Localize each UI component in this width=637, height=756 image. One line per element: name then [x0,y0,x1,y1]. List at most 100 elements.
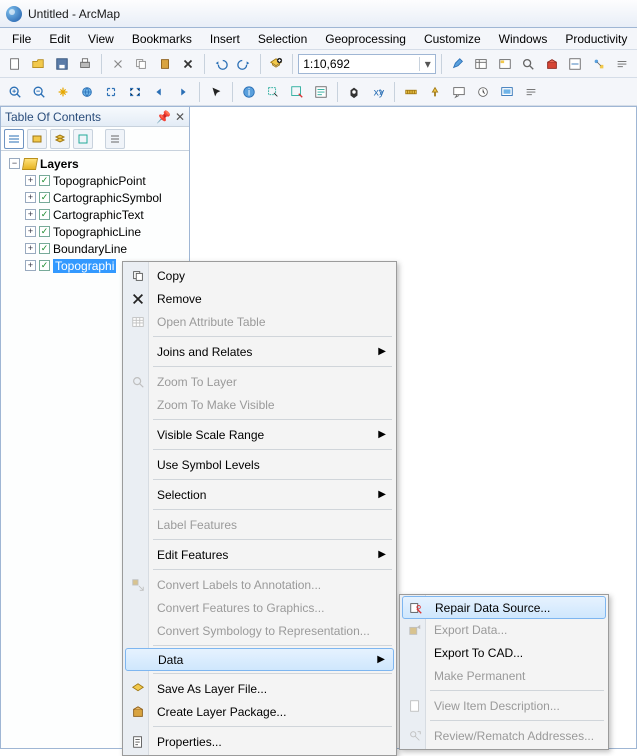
paste-button[interactable] [154,53,175,75]
toc-button[interactable] [471,53,492,75]
remove-icon [130,291,146,307]
menu-item[interactable]: Copy [125,264,394,287]
undo-button[interactable] [210,53,231,75]
menu-item[interactable]: Create Layer Package... [125,700,394,723]
editor-toolbar-button[interactable] [447,53,468,75]
list-by-selection-tab[interactable] [73,129,93,149]
expand-icon[interactable]: + [25,175,36,186]
arctoolbox-button[interactable] [541,53,562,75]
layers-root-row[interactable]: − Layers [5,155,185,172]
menu-divider [153,479,392,480]
menu-item[interactable]: Save As Layer File... [125,677,394,700]
toc-options-button[interactable] [105,129,125,149]
python-button[interactable] [565,53,586,75]
layer-checkbox[interactable] [39,260,50,271]
menu-item[interactable]: Joins and Relates▶ [125,340,394,363]
menu-item-label: Review/Rematch Addresses... [434,729,594,743]
menu-item[interactable]: Selection▶ [125,483,394,506]
menu-item[interactable]: Repair Data Source... [402,596,606,619]
menu-item[interactable]: Remove [125,287,394,310]
menu-bookmarks[interactable]: Bookmarks [124,30,200,48]
layer-row[interactable]: +TopographicPoint [5,172,185,189]
select-features-button[interactable] [262,81,284,103]
menu-item[interactable]: Export To CAD... [402,641,606,664]
layer-checkbox[interactable] [39,192,50,203]
redo-button[interactable] [233,53,254,75]
catalog-button[interactable] [494,53,515,75]
menu-view[interactable]: View [80,30,122,48]
expand-icon[interactable]: + [25,209,36,220]
menu-item: Convert Features to Graphics... [125,596,394,619]
create-viewer-button[interactable] [496,81,518,103]
search-button[interactable] [518,53,539,75]
more-button[interactable] [612,53,633,75]
layer-row[interactable]: +BoundaryLine [5,240,185,257]
menu-productivity[interactable]: Productivity [557,30,635,48]
collapse-icon[interactable]: − [9,158,20,169]
menu-item[interactable]: Properties... [125,730,394,753]
select-elements-button[interactable] [205,81,227,103]
layer-checkbox[interactable] [39,175,50,186]
layer-row[interactable]: +TopographicLine [5,223,185,240]
menu-selection[interactable]: Selection [250,30,315,48]
menu-item-label: Export Data... [434,623,507,637]
identify-button[interactable]: i [238,81,260,103]
list-by-visibility-tab[interactable] [50,129,70,149]
menu-customize[interactable]: Customize [416,30,489,48]
add-data-button[interactable] [266,53,287,75]
save-button[interactable] [51,53,72,75]
cut-button[interactable] [107,53,128,75]
more-tools-button[interactable] [520,81,542,103]
menu-edit[interactable]: Edit [41,30,78,48]
layer-checkbox[interactable] [39,209,50,220]
submenu-arrow-icon: ▶ [378,429,386,440]
delete-button[interactable] [177,53,198,75]
menu-windows[interactable]: Windows [491,30,556,48]
expand-icon[interactable]: + [25,226,36,237]
zoom-out-button[interactable] [28,81,50,103]
layer-row[interactable]: +CartographicSymbol [5,189,185,206]
pin-icon[interactable]: 📌 [156,110,171,124]
list-by-drawing-order-tab[interactable] [4,129,24,149]
menu-item[interactable]: Use Symbol Levels [125,453,394,476]
scale-combo[interactable]: ▾ [298,54,436,74]
menu-item[interactable]: Visible Scale Range▶ [125,423,394,446]
back-extent-button[interactable] [148,81,170,103]
new-button[interactable] [4,53,25,75]
layer-checkbox[interactable] [39,226,50,237]
menu-item: Zoom To Make Visible [125,393,394,416]
html-popup-button[interactable] [448,81,470,103]
list-by-source-tab[interactable] [27,129,47,149]
clear-selection-button[interactable] [286,81,308,103]
fixed-zoom-in-button[interactable] [100,81,122,103]
menu-insert[interactable]: Insert [202,30,248,48]
copy-button[interactable] [130,53,151,75]
find-button[interactable] [343,81,365,103]
layer-checkbox[interactable] [39,243,50,254]
close-icon[interactable]: ✕ [175,110,185,124]
dropdown-icon[interactable]: ▾ [419,57,435,71]
time-slider-button[interactable] [472,81,494,103]
pan-button[interactable] [52,81,74,103]
menu-geoprocessing[interactable]: Geoprocessing [317,30,414,48]
forward-extent-button[interactable] [172,81,194,103]
full-extent-button[interactable] [76,81,98,103]
zoom-in-button[interactable] [4,81,26,103]
expand-icon[interactable]: + [25,243,36,254]
expand-icon[interactable]: + [25,260,36,271]
menu-file[interactable]: File [4,30,39,48]
fixed-zoom-out-button[interactable] [124,81,146,103]
goto-xy-button[interactable]: xy [367,81,389,103]
open-button[interactable] [27,53,48,75]
scale-input[interactable] [299,55,419,73]
modelbuilder-button[interactable] [588,53,609,75]
print-button[interactable] [74,53,95,75]
menu-item[interactable]: Data▶ [125,648,394,671]
menu-item-label: Create Layer Package... [157,705,286,719]
menu-item[interactable]: Edit Features▶ [125,543,394,566]
hyperlink-button[interactable] [424,81,446,103]
expand-icon[interactable]: + [25,192,36,203]
layer-row[interactable]: +CartographicText [5,206,185,223]
select-by-attr-button[interactable] [310,81,332,103]
measure-button[interactable] [400,81,422,103]
